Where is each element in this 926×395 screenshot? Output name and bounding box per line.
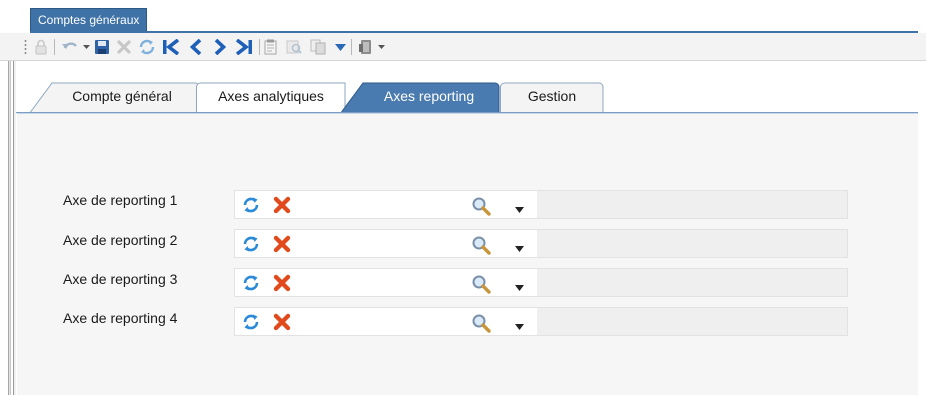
- axe-reporting-4-label: Axe de reporting 4: [63, 310, 178, 326]
- refresh-icon[interactable]: [241, 234, 261, 257]
- toolbar-separator: [351, 39, 352, 55]
- axe-reporting-3-label: Axe de reporting 3: [63, 271, 178, 287]
- tab-label: Compte général: [72, 88, 172, 104]
- toolbar: [0, 33, 926, 61]
- axe-reporting-4-field[interactable]: [234, 307, 848, 336]
- delete-icon[interactable]: [273, 274, 291, 295]
- tab-label: Gestion: [527, 88, 577, 104]
- chevron-down-icon[interactable]: [515, 241, 524, 255]
- document-tab-comptes-generaux[interactable]: Comptes généraux: [30, 8, 148, 32]
- save-icon[interactable]: [93, 38, 111, 56]
- axe-reporting-1-field[interactable]: [234, 190, 848, 219]
- document-tab-title: Comptes généraux: [38, 13, 140, 27]
- document-tab-strip: Comptes généraux: [0, 0, 926, 33]
- field-readonly-area: [537, 308, 847, 335]
- axe-reporting-1-input[interactable]: [305, 194, 455, 215]
- delete-icon[interactable]: [115, 38, 133, 56]
- axe-reporting-2-label: Axe de reporting 2: [63, 232, 178, 248]
- search-icon[interactable]: [471, 235, 491, 258]
- undo-icon[interactable]: [59, 38, 81, 56]
- frame-border-left: [8, 61, 11, 395]
- lock-icon[interactable]: [33, 38, 49, 56]
- last-record-icon[interactable]: [234, 38, 254, 56]
- tab-axes-reporting[interactable]: Axes reporting: [341, 82, 501, 112]
- axe-reporting-4-input[interactable]: [305, 311, 455, 332]
- axe-reporting-2-input[interactable]: [305, 233, 455, 254]
- search-icon[interactable]: [471, 313, 491, 336]
- next-record-icon[interactable]: [212, 38, 228, 56]
- axe-reporting-2-field[interactable]: [234, 229, 848, 258]
- refresh-icon[interactable]: [241, 273, 261, 296]
- copy-icon[interactable]: [309, 38, 327, 56]
- first-record-icon[interactable]: [161, 38, 181, 56]
- delete-icon[interactable]: [273, 313, 291, 334]
- refresh-icon[interactable]: [138, 38, 156, 56]
- field-readonly-area: [537, 269, 847, 296]
- refresh-icon[interactable]: [241, 195, 261, 218]
- search-icon[interactable]: [471, 196, 491, 219]
- tab-gestion[interactable]: Gestion: [500, 82, 604, 112]
- axe-reporting-1-label: Axe de reporting 1: [63, 192, 178, 208]
- chevron-down-icon[interactable]: [515, 280, 524, 294]
- toolbar-grip[interactable]: [24, 39, 27, 55]
- tab-axes-analytiques[interactable]: Axes analytiques: [196, 82, 346, 112]
- tab-compte-general[interactable]: Compte général: [30, 82, 200, 112]
- tab-label: Axes reporting: [383, 88, 475, 104]
- search-icon[interactable]: [471, 274, 491, 297]
- notes-icon[interactable]: [262, 38, 278, 56]
- dropdown-icon[interactable]: [333, 38, 347, 56]
- chevron-down-icon[interactable]: [515, 202, 524, 216]
- refresh-icon[interactable]: [241, 312, 261, 335]
- chevron-down-icon[interactable]: [515, 319, 524, 333]
- axe-reporting-3-input[interactable]: [305, 272, 455, 293]
- previous-record-icon[interactable]: [188, 38, 204, 56]
- field-readonly-area: [537, 230, 847, 257]
- toolbar-separator: [54, 39, 55, 55]
- field-readonly-area: [537, 191, 847, 218]
- actions-dropdown-icon[interactable]: [377, 38, 385, 56]
- undo-dropdown-icon[interactable]: [82, 38, 90, 56]
- delete-icon[interactable]: [273, 235, 291, 256]
- tab-label: Axes analytiques: [218, 88, 324, 104]
- preview-icon[interactable]: [285, 38, 303, 56]
- toolbar-separator: [259, 39, 260, 55]
- actions-icon[interactable]: [357, 38, 375, 56]
- delete-icon[interactable]: [273, 196, 291, 217]
- axe-reporting-3-field[interactable]: [234, 268, 848, 297]
